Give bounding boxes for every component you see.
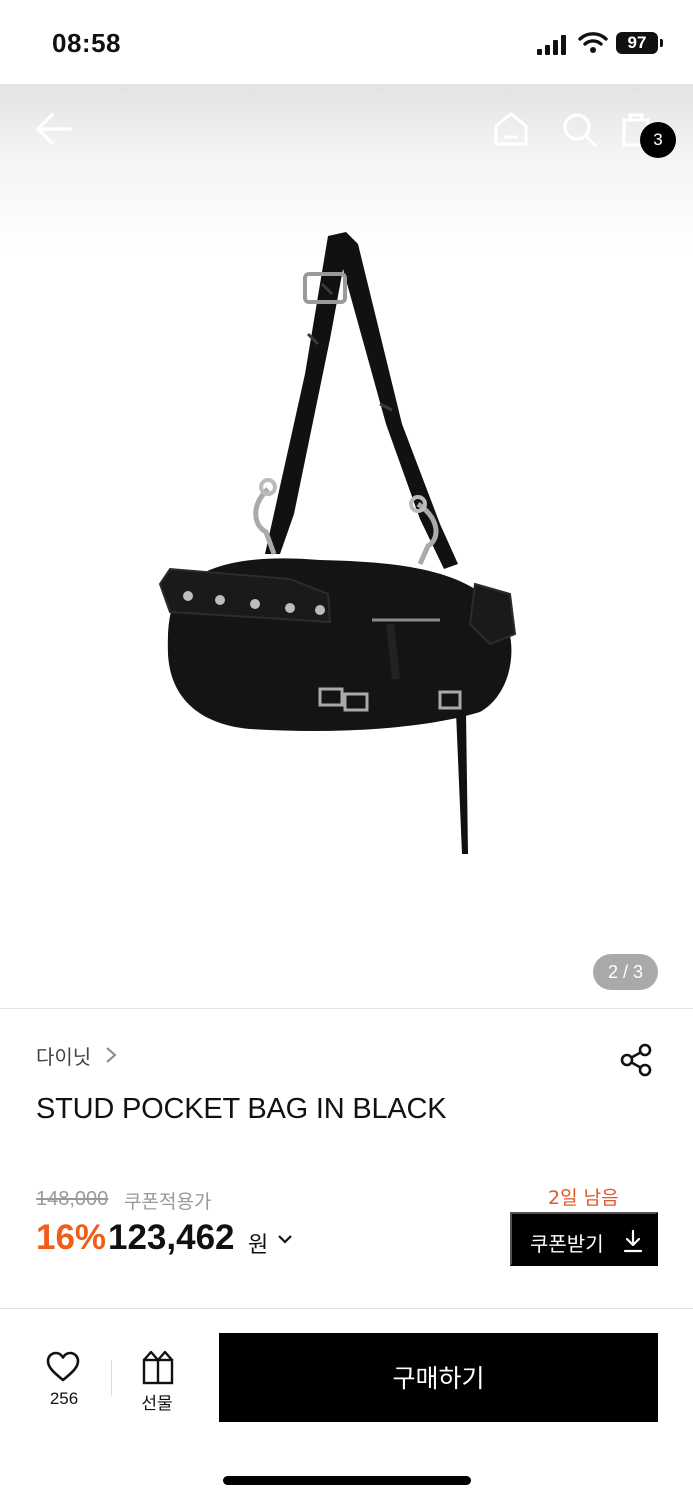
status-time: 08:58 [52, 28, 121, 58]
battery-indicator: 97 [616, 32, 663, 54]
brand-link[interactable]: 다이닛 [36, 1041, 91, 1070]
gift-icon[interactable] [141, 1349, 175, 1385]
share-icon[interactable] [619, 1043, 653, 1077]
back-arrow-icon[interactable] [34, 112, 72, 146]
product-title: STUD POCKET BAG IN BLACK [36, 1093, 447, 1125]
wifi-icon [578, 32, 608, 53]
coupon-price-label: 쿠폰적용가 [124, 1191, 212, 1213]
chevron-down-icon[interactable] [277, 1232, 293, 1246]
discount-rate: 16% [36, 1218, 107, 1257]
get-coupon-button[interactable]: 쿠폰받기 [510, 1212, 658, 1266]
currency-label[interactable]: 원 [248, 1227, 268, 1259]
chevron-right-icon [106, 1047, 117, 1063]
search-icon[interactable] [560, 110, 598, 148]
gift-label: 선물 [141, 1394, 173, 1414]
home-indicator [223, 1476, 471, 1485]
get-coupon-label: 쿠폰받기 [530, 1234, 604, 1256]
cart-count-badge: 3 [640, 122, 676, 158]
buy-button[interactable]: 구매하기 [219, 1333, 658, 1422]
vertical-divider [111, 1360, 112, 1396]
section-divider [0, 1308, 693, 1309]
download-icon [623, 1229, 643, 1253]
heart-icon[interactable] [45, 1351, 81, 1383]
status-bar: 08:58 97 [0, 0, 693, 84]
like-count: 256 [49, 1389, 79, 1408]
coupon-days-left: 2일 남음 [548, 1187, 619, 1209]
original-price: 148,000 [36, 1188, 109, 1210]
section-divider [0, 1008, 693, 1009]
image-pager-indicator: 2 / 3 [593, 954, 658, 990]
home-icon[interactable] [492, 110, 530, 148]
sale-price: 123,462 [108, 1218, 235, 1257]
product-image [158, 232, 517, 854]
product-image-gallery[interactable]: 3 2 / 3 [0, 84, 693, 1008]
cellular-signal-icon [537, 35, 566, 55]
